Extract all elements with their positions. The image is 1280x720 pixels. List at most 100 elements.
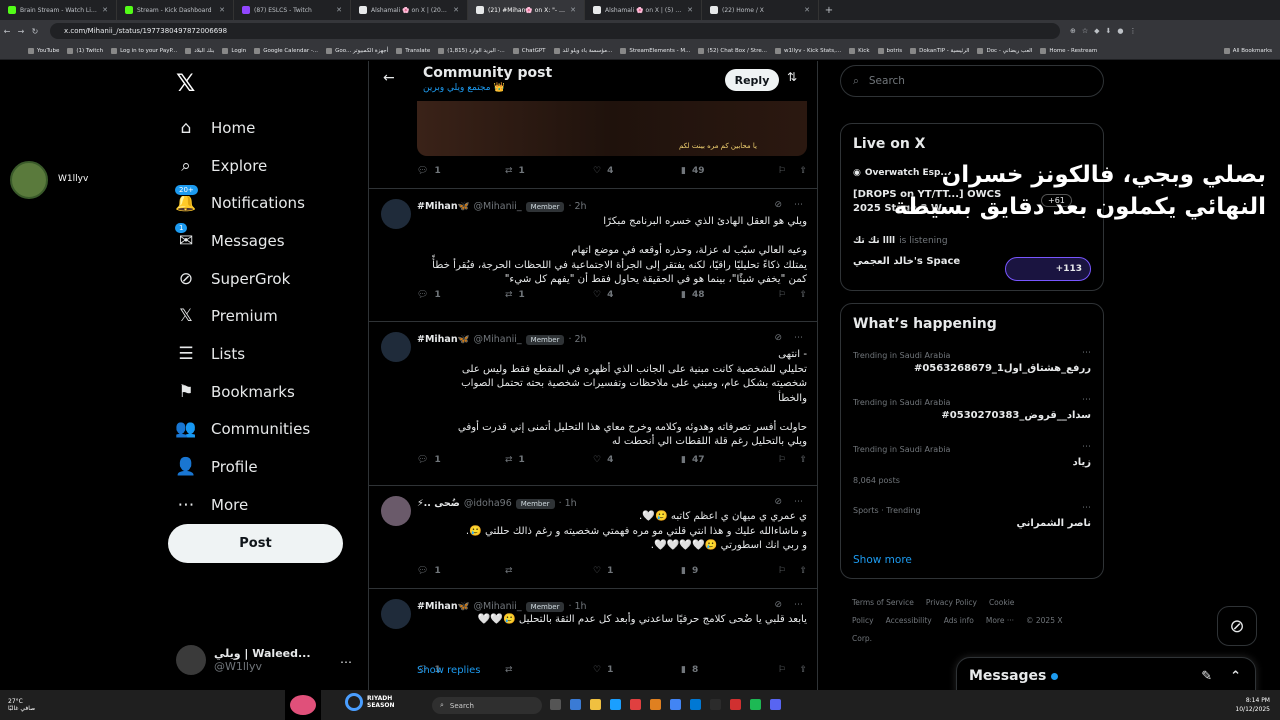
bookmark-item[interactable]: (52) Chat Box / Stre... <box>698 47 767 54</box>
repost-action[interactable]: ⇄ <box>505 665 593 675</box>
close-icon[interactable]: ✕ <box>336 6 342 14</box>
footer-link[interactable]: More ··· <box>986 616 1014 625</box>
close-icon[interactable]: ✕ <box>570 6 576 14</box>
app-icon[interactable] <box>650 699 661 710</box>
browser-tab[interactable]: Alshamali 🌸 on X | ويلي (20) ✕ <box>351 0 468 20</box>
sidebar-item-home[interactable]: ⌂ Home <box>176 109 310 147</box>
views-action[interactable]: ▮ 47 <box>681 455 769 465</box>
author-handle[interactable]: @Mihanii_ <box>473 201 521 212</box>
repost-action[interactable]: ⇄ 1 <box>505 166 593 176</box>
account-switcher[interactable]: ويلي | Waleed... @W1llyv ⋯ <box>176 645 352 675</box>
bookmark-item[interactable]: (1,815) البريد الوارد -... <box>438 47 505 54</box>
downloads-icon[interactable]: ⬇ <box>1106 27 1112 35</box>
taskbar-search[interactable]: ⌕ Search <box>432 697 542 714</box>
bookmark-item[interactable]: DokanTIP - الرئيسية <box>910 47 969 54</box>
weather-widget[interactable]: 27°C صافي غالبًا <box>8 698 35 712</box>
sidebar-item-premium[interactable]: 𝕏 Premium <box>176 297 310 335</box>
bookmark-item[interactable]: Home - Restream <box>1040 47 1097 54</box>
browser-tab[interactable]: (87) ESLCS - Twitch ✕ <box>234 0 351 20</box>
avatar[interactable] <box>381 599 411 629</box>
avatar[interactable] <box>381 496 411 526</box>
bookmark-item[interactable]: YouTube <box>28 47 59 54</box>
like-action[interactable]: ♡ 4 <box>593 290 681 300</box>
chrome-icon[interactable] <box>670 699 681 710</box>
star-icon[interactable]: ☆ <box>1082 27 1088 35</box>
author-handle[interactable]: @idoha96 <box>464 498 512 509</box>
show-replies-link[interactable]: Show replies <box>417 665 480 676</box>
author-handle[interactable]: @Mihanii_ <box>473 334 521 345</box>
author-name[interactable]: ⚡.. ضُحى <box>417 498 460 509</box>
grok-icon[interactable]: ⊘ <box>774 600 782 610</box>
bookmark-item[interactable]: w1llyv - Kick Stats,... <box>774 47 841 54</box>
share-icon[interactable]: ⇪ <box>799 290 807 300</box>
app-icon[interactable] <box>630 699 641 710</box>
share-icon[interactable]: ⇪ <box>799 455 807 465</box>
reply-action[interactable]: 💬︎ 1 <box>417 290 505 300</box>
trend-item[interactable]: Sports · Trending ⋯ ناصر الشمراني <box>853 503 1091 529</box>
like-action[interactable]: ♡ 4 <box>593 166 681 176</box>
space-title[interactable]: خالد العجمي's Space <box>853 256 960 267</box>
browser-tab[interactable]: Stream - Kick Dashboard ✕ <box>117 0 234 20</box>
back-arrow-icon[interactable]: ← <box>0 27 14 36</box>
menu-dots-icon[interactable]: ⋮ <box>1130 27 1137 35</box>
post-time[interactable]: · 2h <box>568 334 586 345</box>
like-action[interactable]: ♡ 4 <box>593 455 681 465</box>
like-action[interactable]: ♡ 1 <box>593 665 681 675</box>
zoom-icon[interactable]: ⊕ <box>1070 27 1076 35</box>
new-message-icon[interactable]: ✎ <box>1201 669 1212 684</box>
sliders-icon[interactable]: ⇅ <box>787 70 797 84</box>
repost-action[interactable]: ⇄ 1 <box>505 455 593 465</box>
close-icon[interactable]: ✕ <box>804 6 810 14</box>
browser-tab[interactable]: (21) #Mihan🌸 on X: "- 5# ✕ <box>468 0 585 20</box>
bookmark-item[interactable]: Translate <box>396 47 430 54</box>
forward-arrow-icon[interactable]: → <box>14 27 28 36</box>
browser-tab[interactable]: (22) Home / X ✕ <box>702 0 819 20</box>
more-dots-icon[interactable]: ⋯ <box>1082 395 1091 405</box>
bookmark-item[interactable]: Login <box>222 47 246 54</box>
bookmark-item[interactable]: Log in to your PayP... <box>111 47 177 54</box>
more-dots-icon[interactable]: ⋯ <box>1082 348 1091 358</box>
close-icon[interactable]: ✕ <box>102 6 108 14</box>
browser-tab[interactable]: Brain Stream - Watch Live on K✕ <box>0 0 117 20</box>
x-logo-icon[interactable]: 𝕏 <box>176 69 195 97</box>
spotify-icon[interactable] <box>750 699 761 710</box>
extension-icon[interactable]: ◆ <box>1094 27 1099 35</box>
sidebar-item-bookmarks[interactable]: ⚑ Bookmarks <box>176 373 310 411</box>
bookmark-icon[interactable]: ⚐ <box>779 566 786 576</box>
bookmark-item[interactable]: Kick <box>849 47 870 54</box>
reply-button[interactable]: Reply <box>725 69 779 91</box>
avatar[interactable] <box>381 199 411 229</box>
footer-link[interactable]: Terms of Service <box>852 598 914 607</box>
share-icon[interactable]: ⇪ <box>799 166 807 176</box>
author-name[interactable]: #Mihan🦋 <box>417 601 469 612</box>
post-time[interactable]: · 1h <box>559 498 577 509</box>
footer-link[interactable]: Privacy Policy <box>926 598 977 607</box>
all-bookmarks[interactable]: All Bookmarks <box>1223 47 1272 54</box>
search-input[interactable]: ⌕ Search <box>840 65 1104 97</box>
edge-icon[interactable] <box>690 699 701 710</box>
share-icon[interactable]: ⇪ <box>799 566 807 576</box>
chevron-up-icon[interactable]: ⌃ <box>1230 669 1241 684</box>
bookmark-item[interactable]: Google Calendar -... <box>254 47 318 54</box>
sidebar-item-more[interactable]: ⋯ More <box>176 486 310 524</box>
sidebar-item-supergrok[interactable]: ⊘ SuperGrok <box>176 260 310 298</box>
bookmark-item[interactable]: StreamElements - M... <box>620 47 690 54</box>
views-action[interactable]: ▮ 49 <box>681 166 769 176</box>
reply-action[interactable]: 💬︎ 1 <box>417 455 505 465</box>
grok-icon[interactable]: ⊘ <box>774 200 782 210</box>
url-field[interactable]: x.com/Mihanii_/status/197738049787200669… <box>50 23 1060 39</box>
post-time[interactable]: · 1h <box>568 601 586 612</box>
share-icon[interactable]: ⇪ <box>799 665 807 675</box>
more-dots-icon[interactable]: ⋯ <box>1082 442 1091 452</box>
reply-post[interactable]: #Mihan🦋 @Mihanii_ Member · 2h ⊘ ⋯ ويلي هو العق… <box>369 188 817 321</box>
profile-avatar-icon[interactable]: ● <box>1117 27 1123 35</box>
more-dots-icon[interactable]: ⋯ <box>794 497 803 507</box>
avatar[interactable] <box>381 332 411 362</box>
close-icon[interactable]: ✕ <box>219 6 225 14</box>
grok-icon[interactable]: ⊘ <box>1217 606 1257 646</box>
reply-post[interactable]: ⚡.. ضُحى @idoha96 Member · 1h ⊘ ⋯ ي عمري ي ميه… <box>369 485 817 588</box>
trend-item[interactable]: Trending in Saudi Arabia ⋯ #ررفع_هشتاق_اول… <box>853 348 1091 374</box>
like-action[interactable]: ♡ 1 <box>593 566 681 576</box>
bookmark-icon[interactable]: ⚐ <box>779 455 786 465</box>
steam-icon[interactable] <box>610 699 621 710</box>
